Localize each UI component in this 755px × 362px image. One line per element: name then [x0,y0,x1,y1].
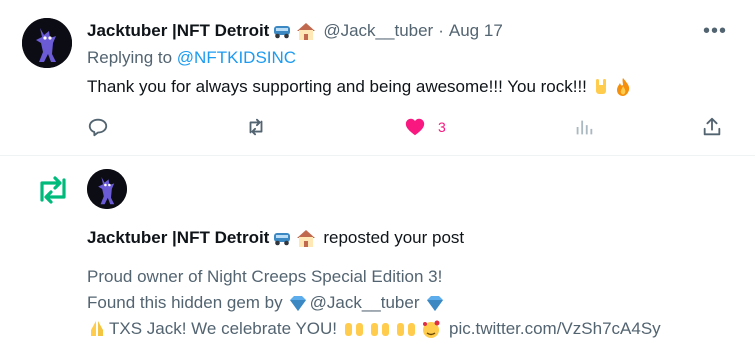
quote-handle[interactable]: @Jack__tuber [310,290,420,316]
author-name[interactable]: Jacktuber |NFT Detroit [87,226,269,250]
reply-icon [88,118,108,137]
quote-line-3: TXS Jack! We celebrate YOU! pic.twitter.… [87,316,661,342]
quote-line-1-text: Proud owner of Night Creeps Special Edit… [87,267,443,286]
notification-text: Jacktuber |NFT Detroit reposted your pos… [87,226,464,250]
tweet-text-content: Thank you for always supporting and bein… [87,77,587,96]
replying-to: Replying to @NFTKIDSINC [87,46,296,70]
media-link[interactable]: pic.twitter.com/VzSh7cA4Sy [449,316,661,342]
quote-line-1: Proud owner of Night Creeps Special Edit… [87,264,661,290]
raising-hands-icon [343,319,365,339]
reply-tweet[interactable]: Jacktuber |NFT Detroit @Jack__tuber · Au… [0,0,755,156]
quote-line-2-text: Found this hidden gem by [87,293,283,312]
raising-hands-icon [369,319,391,339]
replying-prefix: Replying to [87,48,173,67]
tweet-actions: 3 [87,112,727,142]
author-handle[interactable]: @Jack__tuber [323,19,433,43]
car-icon [271,21,293,41]
avatar[interactable] [22,18,72,68]
reply-action[interactable] [87,112,109,142]
tweet-date[interactable]: Aug 17 [449,19,503,43]
reposted-post-text[interactable]: Proud owner of Night Creeps Special Edit… [87,264,661,342]
quote-line-3-text: TXS Jack! We celebrate YOU! [109,319,338,338]
quote-line-2: Found this hidden gem by @Jack__tuber [87,290,661,316]
like-action[interactable]: 3 [404,112,446,142]
gem-icon [425,293,445,313]
fire-icon [613,77,633,97]
mention-link[interactable]: @NFTKIDSINC [177,48,296,67]
tweet-header: Jacktuber |NFT Detroit @Jack__tuber · Au… [87,19,503,43]
author-name[interactable]: Jacktuber |NFT Detroit [87,19,269,43]
gem-icon [288,293,308,313]
repost-icon [40,176,66,204]
views-icon [576,120,593,135]
avatar[interactable] [87,169,127,209]
car-icon [271,228,293,248]
views-action[interactable] [573,112,595,142]
tweet-text: Thank you for always supporting and bein… [87,74,633,100]
house-icon [295,21,317,41]
raising-hands-icon [395,319,417,339]
heart-filled-icon [405,118,425,136]
house-icon [295,228,317,248]
share-action[interactable] [701,112,723,142]
notification-action: reposted your post [323,228,465,247]
folded-hands-icon [87,319,107,339]
like-count: 3 [438,119,446,135]
repost-action[interactable] [245,112,267,142]
smiling-hearts-icon [421,319,441,339]
share-icon [703,117,721,136]
more-options-icon[interactable]: ••• [703,19,727,43]
repost-icon [249,118,263,136]
rock-hand-icon [591,77,611,97]
separator: · [438,21,444,40]
